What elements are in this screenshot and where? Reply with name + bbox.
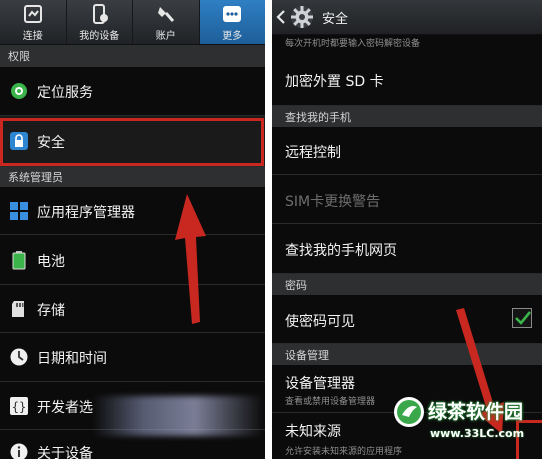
tab-label: 连接: [22, 31, 43, 42]
make-passwords-visible-label: 使密码可见: [285, 314, 355, 330]
settings-more-screen: 连接 我的设备 账户 更多 权限 定位服务 安全 系统管理员 应用程序管理器 电…: [0, 0, 265, 459]
tab-label: 账户: [155, 31, 176, 42]
unknown-sources-label: 未知来源: [285, 424, 341, 440]
device-administrators-label: 设备管理器: [285, 376, 355, 392]
my-device-icon: [93, 4, 109, 24]
tab-label: 更多: [222, 31, 243, 42]
svg-text:{}: {}: [12, 400, 26, 414]
app-manager-item[interactable]: 应用程序管理器: [0, 187, 265, 235]
tab-accounts[interactable]: 账户: [133, 0, 200, 44]
storage-label: 存储: [37, 303, 65, 319]
storage-icon: [12, 301, 24, 317]
app-grid-icon: [10, 202, 28, 220]
find-my-mobile-web-item[interactable]: 查找我的手机网页: [272, 224, 542, 274]
tab-more[interactable]: 更多: [199, 0, 265, 44]
unknown-sources-summary: 允许安装未知来源的应用程序: [285, 447, 403, 457]
more-icon: [223, 6, 242, 22]
settings-gear-icon: [291, 6, 313, 28]
action-bar: 安全: [272, 0, 542, 35]
tab-label: 我的设备: [79, 31, 120, 42]
settings-tab-bar: 连接 我的设备 账户 更多: [0, 0, 265, 45]
section-header-passwords: 密码: [272, 274, 542, 295]
blurred-overlay: [92, 396, 264, 436]
location-services-item[interactable]: 定位服务: [0, 67, 265, 116]
highlight-box-security: [0, 118, 264, 166]
storage-item[interactable]: 存储: [0, 285, 265, 333]
back-chevron-icon[interactable]: [276, 9, 286, 25]
developer-braces-icon: {}: [10, 397, 28, 415]
encrypt-sd-card-label: 加密外置 SD 卡: [285, 74, 384, 90]
device-administrators-summary: 查看或禁用设备管理器: [285, 397, 376, 407]
find-my-mobile-web-label: 查找我的手机网页: [285, 243, 397, 259]
about-device-label: 关于设备: [37, 446, 93, 459]
date-time-label: 日期和时间: [37, 351, 107, 367]
checkmark-icon: [515, 311, 532, 325]
page-title: 安全: [322, 12, 349, 27]
battery-icon: [12, 251, 26, 270]
watermark-brand: 绿茶软件园: [428, 401, 524, 423]
section-header-find-my-mobile: 查找我的手机: [272, 106, 542, 127]
clock-icon: [10, 348, 28, 366]
security-settings-screen: 安全 每次开机时都要输入密码解密设备 加密外置 SD 卡 查找我的手机 远程控制…: [272, 0, 542, 459]
show-password-checkbox[interactable]: [512, 308, 532, 328]
watermark-logo-icon: [394, 397, 424, 427]
accounts-icon: [157, 7, 174, 22]
watermark-url: www.33LC.com: [430, 427, 525, 440]
encrypt-sd-card-item[interactable]: 加密外置 SD 卡: [272, 52, 542, 106]
sim-change-alert-label: SIM卡更换警告: [285, 194, 381, 210]
battery-label: 电池: [37, 254, 65, 270]
annotation-arrow-up: [175, 194, 206, 324]
info-icon: [10, 443, 28, 459]
encrypt-device-summary: 每次开机时都要输入密码解密设备: [285, 39, 421, 49]
date-time-item[interactable]: 日期和时间: [0, 333, 265, 382]
section-header-permissions: 权限: [0, 45, 265, 67]
app-manager-label: 应用程序管理器: [37, 205, 135, 221]
watermark: 绿茶软件园 www.33LC.com: [392, 393, 540, 453]
location-services-label: 定位服务: [37, 85, 93, 101]
battery-item[interactable]: 电池: [0, 235, 265, 285]
sim-change-alert-item: SIM卡更换警告: [272, 175, 542, 224]
tab-connections[interactable]: 连接: [0, 0, 67, 44]
location-icon: [11, 83, 27, 99]
remote-controls-item[interactable]: 远程控制: [272, 127, 542, 175]
connections-icon: [23, 5, 42, 23]
developer-options-label: 开发者选: [37, 400, 93, 416]
tab-my-device[interactable]: 我的设备: [67, 0, 133, 44]
section-header-system: 系统管理员: [0, 167, 265, 187]
remote-controls-label: 远程控制: [285, 145, 341, 161]
